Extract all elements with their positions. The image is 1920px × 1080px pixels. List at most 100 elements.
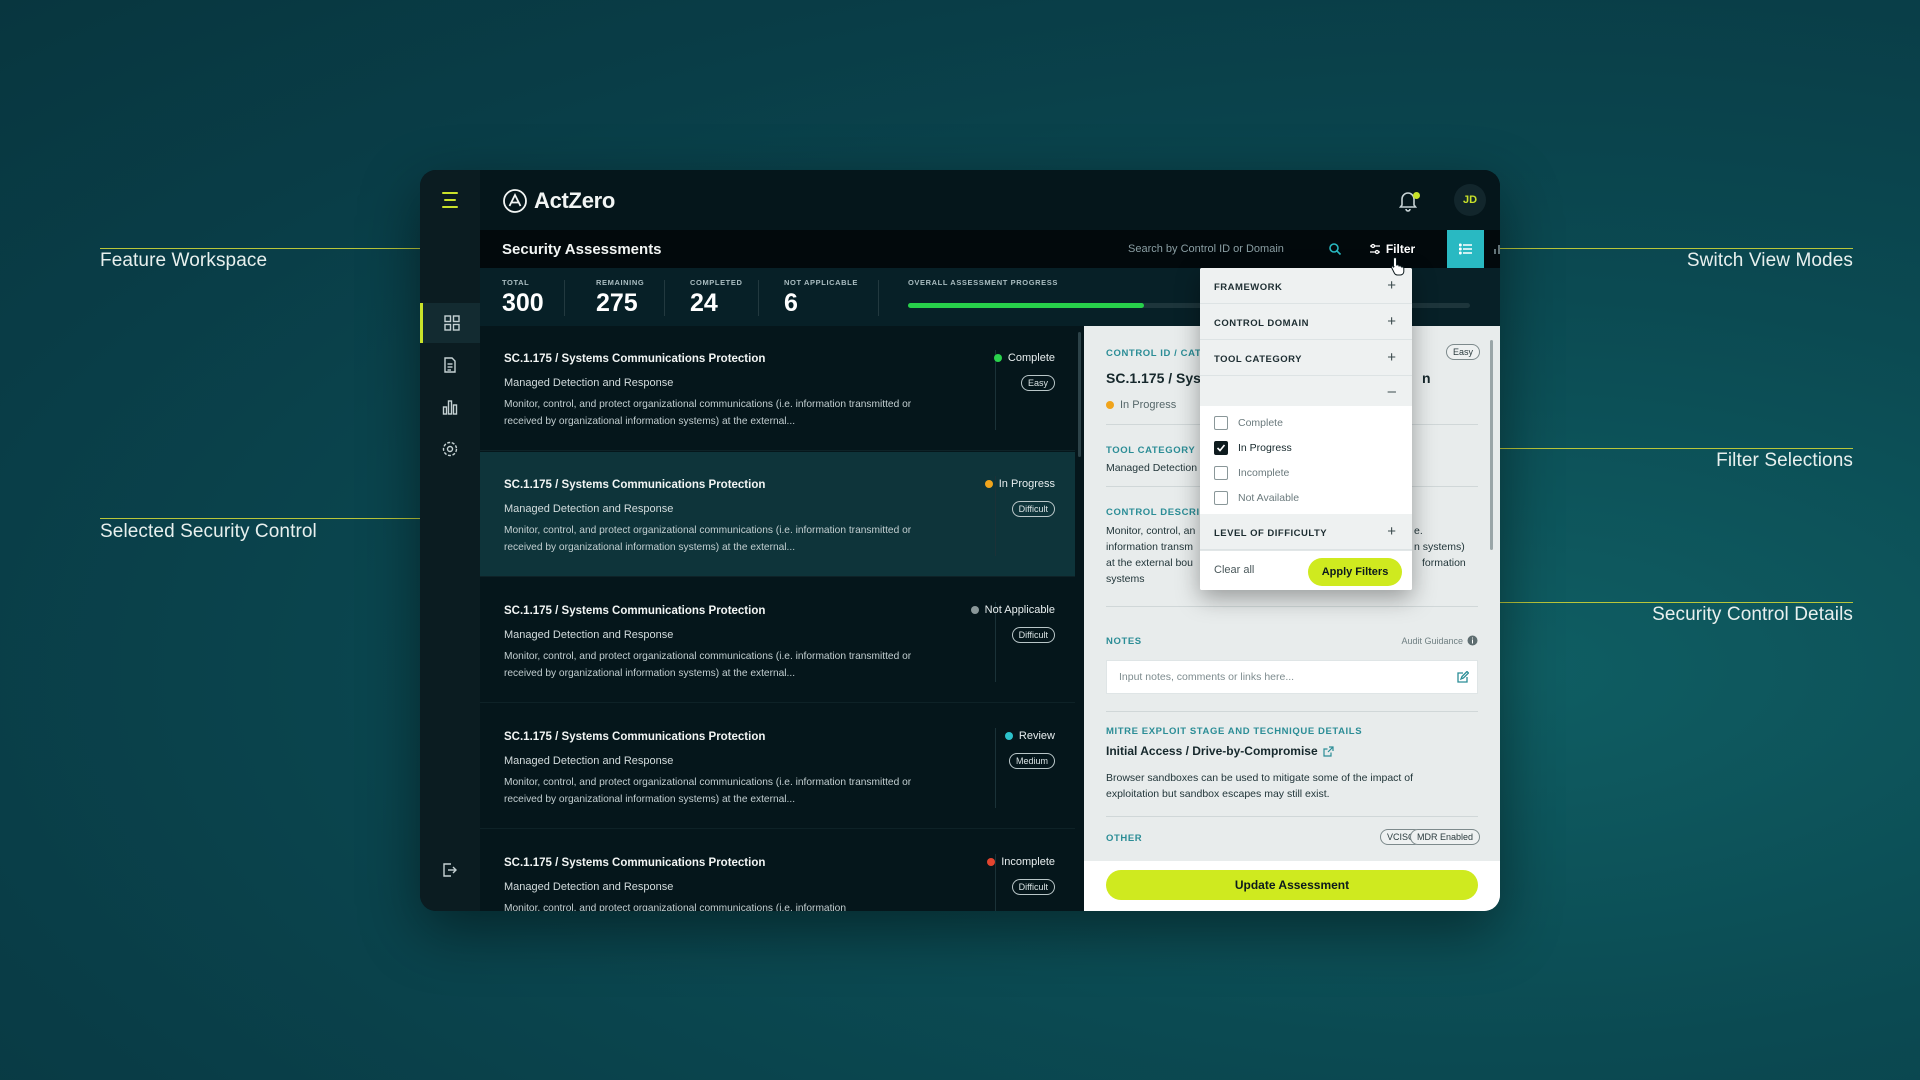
- checkbox[interactable]: [1214, 466, 1228, 480]
- menu-icon[interactable]: [440, 192, 460, 210]
- update-assessment-button[interactable]: Update Assessment: [1106, 870, 1478, 900]
- checkbox[interactable]: [1214, 416, 1228, 430]
- detail-desc-line-tail: n systems): [1414, 541, 1465, 553]
- stat-divider: [664, 280, 665, 316]
- list-view-button[interactable]: [1447, 230, 1484, 268]
- control-card-tool-category: Managed Detection and Response: [504, 629, 674, 641]
- filter-dropdown: FRAMEWORK + CONTROL DOMAIN + TOOL CATEGO…: [1200, 268, 1412, 590]
- filter-section-tool-category[interactable]: TOOL CATEGORY +: [1200, 340, 1412, 376]
- grid-icon: [443, 315, 460, 331]
- control-card-tool-category: Managed Detection and Response: [504, 755, 674, 767]
- avatar[interactable]: JD: [1454, 184, 1486, 216]
- stat-completed-label: COMPLETED: [690, 278, 743, 287]
- detail-control-id-label: CONTROL ID / CAT: [1106, 348, 1202, 359]
- detail-scrollbar[interactable]: [1490, 340, 1493, 550]
- annotation-line-control-details: [1467, 602, 1853, 603]
- filter-section-status[interactable]: –: [1200, 376, 1412, 406]
- mitre-title: Initial Access / Drive-by-Compromise: [1106, 744, 1318, 758]
- control-card-title: SC.1.175 / Systems Communications Protec…: [504, 605, 766, 617]
- annotation-selected-control: Selected Security Control: [100, 521, 317, 542]
- control-card-status: Not Applicable: [970, 604, 1055, 616]
- bar-chart-icon: [1494, 245, 1500, 254]
- external-link-icon: [1323, 745, 1334, 757]
- control-card-status-label: Review: [1018, 730, 1055, 742]
- checkbox[interactable]: [1214, 491, 1228, 505]
- control-card[interactable]: SC.1.175 / Systems Communications Protec…: [480, 326, 1075, 451]
- filter-section-label: CONTROL DOMAIN: [1214, 318, 1309, 329]
- tag-mdr-enabled: MDR Enabled: [1409, 829, 1480, 845]
- minus-icon: –: [1387, 383, 1396, 400]
- divider: [1106, 606, 1478, 607]
- filter-section-label: LEVEL OF DIFFICULTY: [1214, 528, 1328, 539]
- detail-notes-label: NOTES: [1106, 636, 1142, 647]
- app-window: ActZero JD Security Assessments Filter: [420, 170, 1500, 911]
- detail-desc-line: at the external bou: [1106, 557, 1193, 569]
- sidebar-item-logout[interactable]: [420, 850, 480, 890]
- filter-section-label: FRAMEWORK: [1214, 282, 1283, 293]
- logout-icon: [443, 863, 457, 877]
- status-dot: [970, 606, 979, 614]
- cursor-hand-icon: [1391, 256, 1405, 276]
- control-card[interactable]: SC.1.175 / Systems Communications Protec…: [480, 578, 1075, 703]
- control-card-status: Review: [1004, 730, 1055, 742]
- filter-option-in-progress[interactable]: In Progress: [1214, 441, 1292, 455]
- mitre-desc-line: Browser sandboxes can be used to mitigat…: [1106, 772, 1413, 784]
- clear-all-button[interactable]: Clear all: [1214, 564, 1254, 576]
- control-card-difficulty-badge: Easy: [1020, 375, 1055, 391]
- sidebar-item-dashboard[interactable]: [420, 303, 480, 343]
- top-bar: ActZero JD: [480, 170, 1500, 230]
- filter-option-not-available[interactable]: Not Available: [1214, 491, 1299, 505]
- control-card-tool-category: Managed Detection and Response: [504, 503, 674, 515]
- filter-section-framework[interactable]: FRAMEWORK +: [1200, 268, 1412, 304]
- filter-option-incomplete[interactable]: Incomplete: [1214, 466, 1289, 480]
- control-card-title: SC.1.175 / Systems Communications Protec…: [504, 731, 766, 743]
- detail-title-tail: n: [1422, 370, 1431, 386]
- update-bar: Update Assessment: [1084, 861, 1500, 911]
- status-dot: [1106, 401, 1114, 409]
- check-icon: [1216, 444, 1226, 452]
- status-dot: [993, 354, 1002, 362]
- annotation-line-switch-view: [1468, 248, 1853, 249]
- sidebar-item-reports[interactable]: [420, 387, 480, 427]
- control-card-status-label: Not Applicable: [984, 604, 1055, 616]
- plus-icon: +: [1387, 277, 1396, 294]
- detail-status: In Progress: [1106, 399, 1176, 411]
- sidebar-item-documents[interactable]: [420, 345, 480, 385]
- divider: [1106, 711, 1478, 712]
- filter-section-control-domain[interactable]: CONTROL DOMAIN +: [1200, 304, 1412, 340]
- mitre-link[interactable]: Initial Access / Drive-by-Compromise: [1106, 744, 1334, 758]
- checkbox[interactable]: [1214, 441, 1228, 455]
- sidebar-item-settings[interactable]: [420, 429, 480, 469]
- annotation-filter-selections: Filter Selections: [1716, 450, 1853, 471]
- search-input[interactable]: [1116, 230, 1316, 268]
- control-card-status-label: In Progress: [998, 478, 1055, 490]
- list-scrollbar[interactable]: [1078, 332, 1081, 457]
- search-icon[interactable]: [1328, 242, 1342, 256]
- control-card-selected[interactable]: SC.1.175 / Systems Communications Protec…: [480, 452, 1075, 577]
- progress-label: OVERALL ASSESSMENT PROGRESS: [908, 278, 1058, 287]
- control-card[interactable]: SC.1.175 / Systems Communications Protec…: [480, 704, 1075, 829]
- control-card[interactable]: SC.1.175 / Systems Communications Protec…: [480, 830, 1075, 911]
- filter-section-level-of-difficulty[interactable]: LEVEL OF DIFFICULTY +: [1200, 514, 1412, 550]
- divider: [1106, 816, 1478, 817]
- filter-option-complete[interactable]: Complete: [1214, 416, 1283, 430]
- chart-view-button[interactable]: [1484, 230, 1500, 268]
- control-card-title: SC.1.175 / Systems Communications Protec…: [504, 857, 766, 869]
- stat-completed: COMPLETED 24: [690, 278, 742, 318]
- detail-status-label: In Progress: [1120, 399, 1177, 411]
- apply-filters-button[interactable]: Apply Filters: [1308, 558, 1402, 586]
- actzero-logo-icon: [503, 189, 527, 213]
- detail-desc-line-tail: e.: [1414, 525, 1423, 537]
- logo[interactable]: ActZero: [502, 188, 615, 214]
- edit-icon[interactable]: [1456, 671, 1469, 684]
- stat-divider: [564, 280, 565, 316]
- notes-input[interactable]: [1106, 660, 1478, 694]
- audit-guidance-link[interactable]: Audit Guidance: [1401, 635, 1478, 646]
- control-card-tool-category: Managed Detection and Response: [504, 881, 674, 893]
- control-card-status-label: Incomplete: [1001, 856, 1055, 868]
- detail-tool-category-label: TOOL CATEGORY: [1106, 445, 1196, 456]
- detail-other-label: OTHER: [1106, 833, 1143, 844]
- page-title: Security Assessments: [502, 241, 662, 258]
- filter-option-label: In Progress: [1238, 442, 1292, 454]
- stat-total-label: TOTAL: [502, 278, 530, 287]
